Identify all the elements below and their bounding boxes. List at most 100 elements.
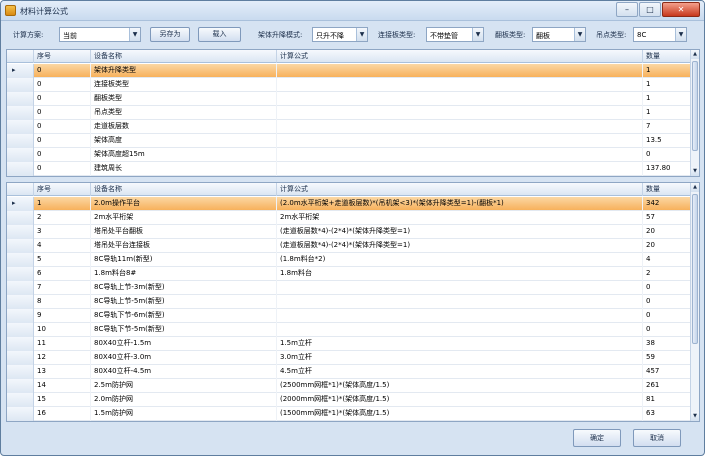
cell-seq[interactable]: 2 <box>34 211 91 225</box>
cell-formula[interactable] <box>277 92 643 106</box>
cell-qty[interactable]: 261 <box>643 379 691 393</box>
chevron-down-icon[interactable]: ▼ <box>675 28 686 41</box>
flip-type-select[interactable]: 翻板 ▼ <box>532 27 586 42</box>
cell-formula[interactable] <box>277 120 643 134</box>
cell-name[interactable]: 8C导轨上节-3m(新型) <box>91 281 277 295</box>
cell-formula[interactable]: (走道板层数*4)-(2*4)*(架体升降类型=1) <box>277 239 643 253</box>
cell-name[interactable]: 2.0m操作平台 <box>91 197 277 211</box>
parameter-grid-scrollbar[interactable]: ▲ ▼ <box>690 50 699 176</box>
row-header[interactable] <box>7 323 34 337</box>
table-row[interactable]: 6 1.8m料台8# 1.8m料台 2 <box>7 267 691 281</box>
chevron-down-icon[interactable]: ▼ <box>129 28 140 41</box>
cell-formula[interactable]: 1.5m立杆 <box>277 337 643 351</box>
table-row[interactable]: 0 建筑周长 137.80 <box>7 162 691 176</box>
row-header[interactable] <box>7 92 34 106</box>
table-row[interactable]: 3 塔吊处平台翻板 (走道板层数*4)-(2*4)*(架体升降类型=1) 20 <box>7 225 691 239</box>
cell-seq[interactable]: 4 <box>34 239 91 253</box>
table-row[interactable]: 4 塔吊处平台连接板 (走道板层数*4)-(2*4)*(架体升降类型=1) 20 <box>7 239 691 253</box>
table-row[interactable]: 0 架体高度超15m 0 <box>7 148 691 162</box>
cell-name[interactable]: 架体高度 <box>91 134 277 148</box>
cell-seq[interactable]: 5 <box>34 253 91 267</box>
cell-seq[interactable]: 10 <box>34 323 91 337</box>
chevron-down-icon[interactable]: ▼ <box>574 28 585 41</box>
connector-type-select[interactable]: 不带垫管 ▼ <box>426 27 484 42</box>
cell-name[interactable]: 走道板层数 <box>91 120 277 134</box>
title-bar[interactable]: 材料计算公式 – □ ✕ <box>1 1 704 21</box>
cell-seq[interactable]: 8 <box>34 295 91 309</box>
scroll-down-icon[interactable]: ▼ <box>691 412 699 421</box>
row-header[interactable] <box>7 295 34 309</box>
hang-type-select[interactable]: 8C ▼ <box>633 27 687 42</box>
cell-formula[interactable] <box>277 295 643 309</box>
row-header[interactable] <box>7 253 34 267</box>
cell-seq[interactable]: 0 <box>34 148 91 162</box>
row-header[interactable] <box>7 309 34 323</box>
column-header-qty[interactable]: 数量 <box>643 183 691 196</box>
cell-name[interactable]: 8C导轨上节-5m(新型) <box>91 295 277 309</box>
column-header-seq[interactable]: 序号 <box>34 183 91 196</box>
cell-qty[interactable]: 59 <box>643 351 691 365</box>
cell-qty[interactable]: 1 <box>643 78 691 92</box>
table-row[interactable]: 9 8C导轨下节-6m(新型) 0 <box>7 309 691 323</box>
table-row[interactable]: 16 1.5m防护网 (1500mm网框*1)*(架体高度/1.5) 63 <box>7 407 691 421</box>
table-row[interactable]: 11 80X40立杆-1.5m 1.5m立杆 38 <box>7 337 691 351</box>
cell-formula[interactable] <box>277 106 643 120</box>
row-header[interactable] <box>7 239 34 253</box>
column-header-formula[interactable]: 计算公式 <box>277 50 643 63</box>
cell-qty[interactable]: 63 <box>643 407 691 421</box>
cell-formula[interactable]: 1.8m料台 <box>277 267 643 281</box>
table-row[interactable]: 0 走道板层数 7 <box>7 120 691 134</box>
cell-seq[interactable]: 0 <box>34 92 91 106</box>
cell-formula[interactable]: (2000mm网框*1)*(架体高度/1.5) <box>277 393 643 407</box>
cell-formula[interactable]: (1.8m料台*2) <box>277 253 643 267</box>
table-row[interactable]: 10 8C导轨下节-5m(新型) 0 <box>7 323 691 337</box>
cell-seq[interactable]: 12 <box>34 351 91 365</box>
cell-name[interactable]: 2.5m防护网 <box>91 379 277 393</box>
cell-qty[interactable]: 20 <box>643 239 691 253</box>
row-header[interactable] <box>7 120 34 134</box>
material-grid[interactable]: 序号 设备名称 计算公式 数量 ▸ 1 2.0m操作平台 (2.0m水平桁架+走道板层… <box>6 182 700 422</box>
cell-formula[interactable] <box>277 281 643 295</box>
cell-seq[interactable]: 1 <box>34 197 91 211</box>
row-header[interactable]: ▸ <box>7 64 34 78</box>
material-grid-scrollbar[interactable]: ▲ ▼ <box>690 183 699 421</box>
cell-qty[interactable]: 0 <box>643 309 691 323</box>
table-row[interactable]: 2 2m水平桁架 2m水平桁架 57 <box>7 211 691 225</box>
cell-name[interactable]: 塔吊处平台连接板 <box>91 239 277 253</box>
cell-qty[interactable]: 137.80 <box>643 162 691 176</box>
row-header[interactable]: ▸ <box>7 197 34 211</box>
row-header[interactable] <box>7 393 34 407</box>
close-button[interactable]: ✕ <box>662 2 700 17</box>
cell-name[interactable]: 1.8m料台8# <box>91 267 277 281</box>
cell-formula[interactable] <box>277 148 643 162</box>
cell-seq[interactable]: 0 <box>34 64 91 78</box>
table-row[interactable]: 7 8C导轨上节-3m(新型) 0 <box>7 281 691 295</box>
column-header-name[interactable]: 设备名称 <box>91 50 277 63</box>
cell-qty[interactable]: 81 <box>643 393 691 407</box>
table-row[interactable]: 0 架体高度 13.5 <box>7 134 691 148</box>
cell-qty[interactable]: 7 <box>643 120 691 134</box>
cell-qty[interactable]: 1 <box>643 64 691 78</box>
cell-qty[interactable]: 0 <box>643 281 691 295</box>
cell-qty[interactable]: 38 <box>643 337 691 351</box>
table-row[interactable]: ▸ 0 架体升降类型 1 <box>7 64 691 78</box>
cell-name[interactable]: 8C导轨11m(新型) <box>91 253 277 267</box>
scroll-down-icon[interactable]: ▼ <box>691 167 699 176</box>
row-header[interactable] <box>7 225 34 239</box>
row-header[interactable] <box>7 148 34 162</box>
cell-formula[interactable]: (2500mm网框*1)*(架体高度/1.5) <box>277 379 643 393</box>
table-row[interactable]: ▸ 1 2.0m操作平台 (2.0m水平桁架+走道板层数)*(吊机架<3)*(架体升降… <box>7 197 691 211</box>
scroll-up-icon[interactable]: ▲ <box>691 183 699 192</box>
cell-formula[interactable] <box>277 64 643 78</box>
row-header[interactable] <box>7 78 34 92</box>
cell-qty[interactable]: 0 <box>643 148 691 162</box>
maximize-button[interactable]: □ <box>639 2 661 17</box>
parameter-grid[interactable]: 序号 设备名称 计算公式 数量 ▸ 0 架体升降类型 1 0 连接板类型 1 0 翻板类型 1 0 吊… <box>6 49 700 177</box>
cell-name[interactable]: 2.0m防护网 <box>91 393 277 407</box>
scheme-select[interactable]: 当前 ▼ <box>59 27 141 42</box>
row-header[interactable] <box>7 106 34 120</box>
cell-seq[interactable]: 0 <box>34 106 91 120</box>
cell-qty[interactable]: 0 <box>643 323 691 337</box>
cell-name[interactable]: 连接板类型 <box>91 78 277 92</box>
cell-name[interactable]: 80X40立杆-1.5m <box>91 337 277 351</box>
